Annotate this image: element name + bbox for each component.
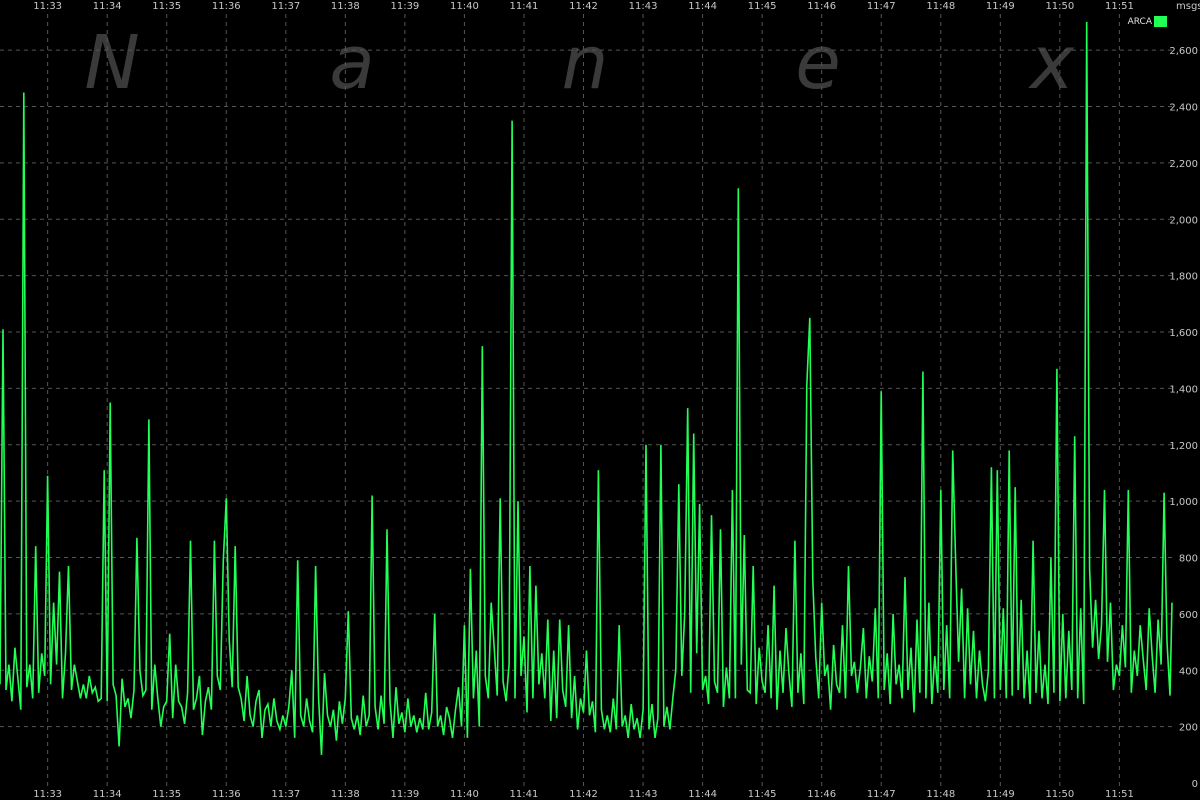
x-tick-label-bottom: 11:44 [688, 789, 717, 800]
legend: ARCA [1128, 16, 1167, 27]
x-tick-label-top: 11:43 [629, 1, 658, 12]
x-tick-label-bottom: 11:48 [926, 789, 955, 800]
x-tick-label-top: 11:35 [152, 1, 181, 12]
legend-swatch-arca [1154, 16, 1167, 27]
y-tick-label: 0 [1192, 779, 1198, 790]
y-tick-label: 2,400 [1169, 103, 1198, 114]
x-tick-label-bottom: 11:40 [450, 789, 479, 800]
legend-label-arca: ARCA [1128, 17, 1153, 27]
x-tick-label-bottom: 11:41 [510, 789, 539, 800]
plot-background [0, 0, 1200, 800]
y-tick-label: 2,600 [1169, 46, 1198, 57]
line-chart: Na n e x 0 200 400 600 800 1,000 1,200 1,400 1,600 1… [0, 0, 1200, 800]
watermark-letter: n [562, 20, 609, 106]
x-tick-label-bottom: 11:37 [271, 789, 300, 800]
y-tick-label: 1,600 [1169, 328, 1198, 339]
x-tick-label-bottom: 11:42 [569, 789, 598, 800]
x-tick-label-top: 11:50 [1045, 1, 1074, 12]
x-tick-label-top: 11:37 [271, 1, 300, 12]
watermark-letter: a [329, 20, 374, 106]
x-tick-label-top: 11:46 [807, 1, 836, 12]
y-tick-label: 600 [1179, 610, 1198, 621]
y-tick-label: 1,200 [1169, 441, 1198, 452]
x-tick-label-top: 11:48 [926, 1, 955, 12]
x-tick-label-bottom: 11:33 [33, 789, 62, 800]
y-tick-label: 2,000 [1169, 215, 1198, 226]
x-tick-label-bottom: 11:45 [748, 789, 777, 800]
x-tick-label-bottom: 11:51 [1105, 789, 1134, 800]
x-tick-label-top: 11:47 [867, 1, 896, 12]
x-tick-label-top: 11:45 [748, 1, 777, 12]
y-tick-label: 1,000 [1169, 497, 1198, 508]
y-tick-label: 1,800 [1169, 272, 1198, 283]
watermark-letter: x [1028, 20, 1075, 106]
watermark-letter: e [795, 20, 841, 106]
x-tick-label-top: 11:38 [331, 1, 360, 12]
x-tick-label-top: 11:49 [986, 1, 1015, 12]
x-tick-label-top: 11:34 [93, 1, 122, 12]
y-tick-label: 1,400 [1169, 384, 1198, 395]
watermark-letter: N [84, 20, 139, 106]
x-tick-label-bottom: 11:50 [1045, 789, 1074, 800]
x-tick-label-top: 11:41 [510, 1, 539, 12]
x-tick-label-bottom: 11:36 [212, 789, 241, 800]
x-tick-label-top: 11:42 [569, 1, 598, 12]
x-tick-label-bottom: 11:47 [867, 789, 896, 800]
x-tick-label-top: 11:36 [212, 1, 241, 12]
y-tick-label: 400 [1179, 666, 1198, 677]
x-tick-label-top: 11:33 [33, 1, 62, 12]
x-tick-label-bottom: 11:39 [390, 789, 419, 800]
y-tick-label: 2,200 [1169, 159, 1198, 170]
y-axis-unit-label: msgs [1176, 1, 1200, 12]
y-tick-label: 800 [1179, 554, 1198, 565]
x-tick-label-bottom: 11:49 [986, 789, 1015, 800]
x-tick-label-top: 11:39 [390, 1, 419, 12]
y-tick-label: 200 [1179, 723, 1198, 734]
x-tick-label-top: 11:51 [1105, 1, 1134, 12]
x-tick-label-bottom: 11:43 [629, 789, 658, 800]
x-tick-label-bottom: 11:46 [807, 789, 836, 800]
x-tick-label-bottom: 11:38 [331, 789, 360, 800]
x-tick-label-top: 11:40 [450, 1, 479, 12]
x-tick-label-bottom: 11:35 [152, 789, 181, 800]
x-tick-label-top: 11:44 [688, 1, 717, 12]
x-tick-label-bottom: 11:34 [93, 789, 122, 800]
